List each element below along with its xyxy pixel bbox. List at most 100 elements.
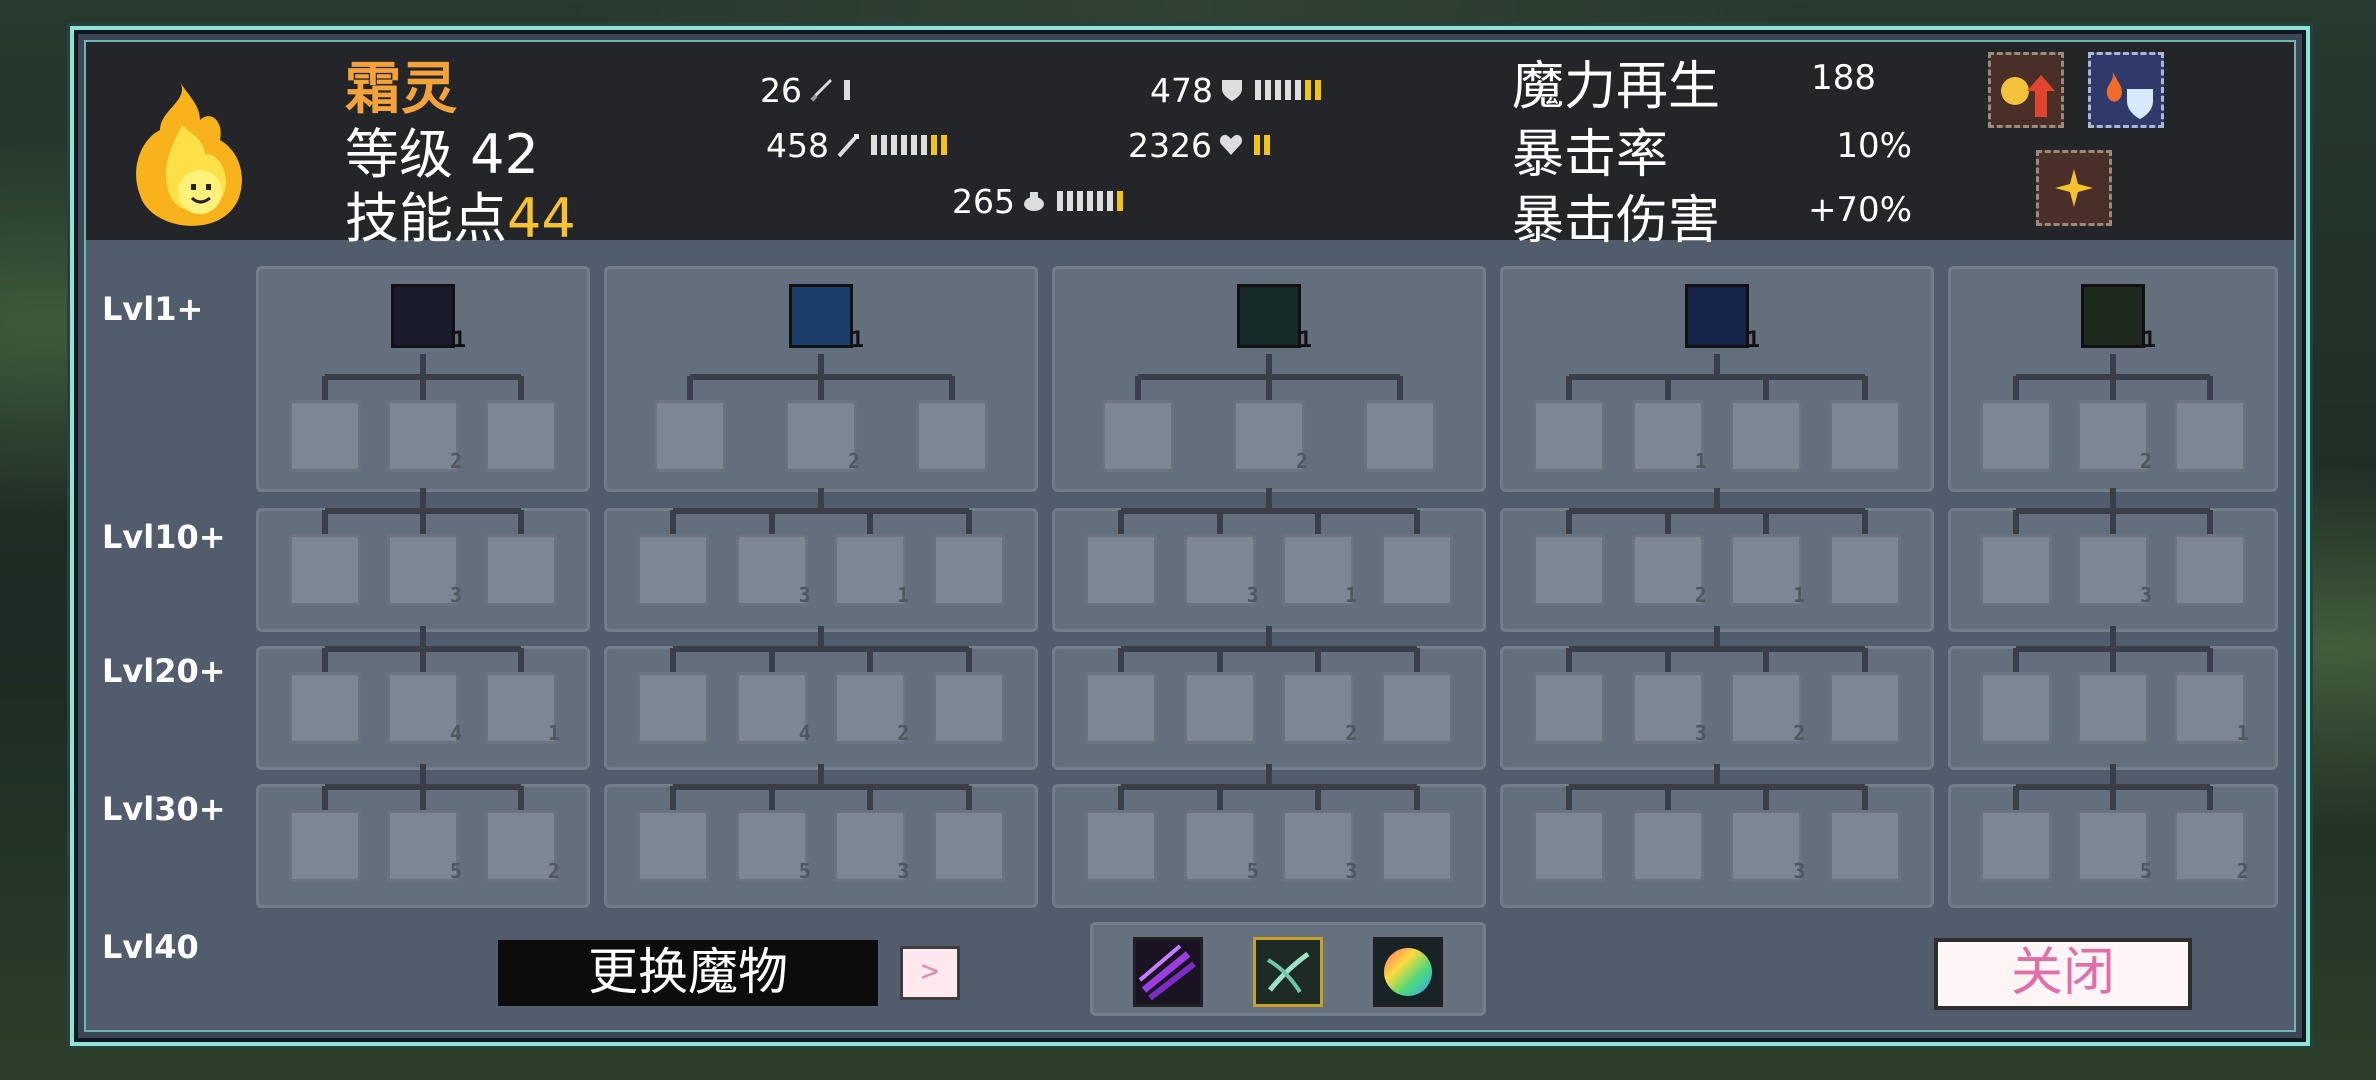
- skill-node[interactable]: 1: [834, 534, 910, 607]
- skill-node[interactable]: 2: [1631, 534, 1707, 607]
- skill-node[interactable]: [2173, 400, 2246, 472]
- skill-node[interactable]: 1: [1730, 534, 1805, 607]
- skill-node-count: 2: [847, 449, 860, 473]
- skill-node[interactable]: [932, 534, 1005, 606]
- skill-node[interactable]: [1085, 810, 1158, 882]
- skill-node[interactable]: 2: [1233, 400, 1308, 473]
- skill-node[interactable]: 5: [735, 810, 811, 883]
- sparkle-buff-icon[interactable]: [2036, 150, 2112, 226]
- skill-node[interactable]: [1380, 810, 1453, 882]
- skill-node[interactable]: [1380, 534, 1453, 606]
- blue-flame-icon[interactable]: 1: [391, 284, 466, 353]
- skill-node-count: 1: [897, 583, 910, 607]
- skill-node[interactable]: [1380, 672, 1453, 744]
- skill-node[interactable]: [637, 672, 710, 744]
- skill-node[interactable]: [1980, 810, 2053, 882]
- skill-node[interactable]: 1: [1282, 534, 1357, 607]
- claw-slash-icon[interactable]: 1: [1237, 284, 1312, 353]
- skill-node[interactable]: 3: [735, 534, 811, 607]
- fire-attack-buff-icon[interactable]: [1988, 52, 2064, 128]
- skill-node[interactable]: 3: [834, 810, 909, 883]
- ice-orb-icon[interactable]: 1: [789, 284, 864, 353]
- skill-node[interactable]: [1183, 672, 1256, 744]
- skill-node[interactable]: 3: [2077, 534, 2152, 607]
- skill-node[interactable]: [932, 810, 1005, 882]
- skill-node[interactable]: [1980, 400, 2053, 472]
- skill-node[interactable]: [1085, 672, 1158, 744]
- skill-node[interactable]: [289, 810, 361, 882]
- skill-node[interactable]: [289, 672, 361, 744]
- tree-connector: [1266, 764, 1272, 786]
- purple-slash-icon[interactable]: [1133, 937, 1203, 1007]
- skill-node[interactable]: 5: [2077, 810, 2152, 883]
- blue-shield-icon[interactable]: 1: [1685, 284, 1760, 353]
- skill-node[interactable]: 3: [387, 534, 462, 607]
- skill-node[interactable]: 2: [2173, 810, 2249, 883]
- skill-node[interactable]: 2: [485, 810, 560, 883]
- tree-connector: [420, 764, 426, 786]
- skill-node[interactable]: [637, 810, 710, 882]
- skill-node[interactable]: 2: [1282, 672, 1357, 745]
- skill-node[interactable]: [1828, 534, 1901, 606]
- green-claw-icon[interactable]: [1253, 937, 1323, 1007]
- skill-node[interactable]: [289, 534, 361, 606]
- stat-attack: 26: [760, 70, 850, 110]
- skill-node[interactable]: 3: [1730, 810, 1805, 883]
- skill-node[interactable]: [1533, 810, 1606, 882]
- skill-node[interactable]: 2: [785, 400, 860, 473]
- fire-shield-buff-icon[interactable]: [2088, 52, 2164, 128]
- skill-node[interactable]: [1364, 400, 1437, 472]
- skill-node[interactable]: 1: [2173, 672, 2249, 745]
- tree-connector: [1763, 510, 1770, 534]
- skill-node[interactable]: [1533, 534, 1606, 606]
- skill-node[interactable]: 5: [387, 810, 462, 883]
- tree-connector: [1216, 648, 1223, 672]
- tree-connector: [420, 626, 426, 648]
- skill-node[interactable]: 4: [387, 672, 462, 745]
- skill-node[interactable]: 2: [387, 400, 462, 473]
- skill-node[interactable]: 2: [834, 672, 909, 745]
- skill-node[interactable]: 2: [1730, 672, 1805, 745]
- skill-node[interactable]: [1730, 400, 1803, 472]
- skill-node[interactable]: [485, 534, 557, 606]
- skill-node[interactable]: [289, 400, 361, 472]
- skill-node[interactable]: [1980, 534, 2053, 606]
- skill-node[interactable]: [916, 400, 989, 472]
- tree-connector: [1413, 510, 1420, 534]
- skill-node[interactable]: [1631, 810, 1704, 882]
- rainbow-orb-icon[interactable]: [1373, 937, 1443, 1007]
- skill-node[interactable]: [1980, 672, 2053, 744]
- skill-node[interactable]: [637, 534, 710, 606]
- crit-damage-label: 暴击伤害: [1512, 191, 1721, 251]
- skill-node[interactable]: 1: [485, 672, 560, 745]
- swap-monster-label[interactable]: 更换魔物: [498, 940, 878, 1006]
- skill-node[interactable]: [1533, 400, 1606, 472]
- skill-node[interactable]: 3: [1631, 672, 1707, 745]
- close-button[interactable]: 关闭: [1934, 938, 2192, 1010]
- green-shield-icon[interactable]: 1: [2081, 284, 2156, 353]
- stat-speed: 265: [952, 181, 1123, 221]
- skill-node[interactable]: 3: [1282, 810, 1357, 883]
- tree-connector: [1861, 510, 1868, 534]
- skill-node[interactable]: 4: [735, 672, 811, 745]
- tree-connector: [1861, 786, 1868, 810]
- skill-node[interactable]: [1828, 400, 1901, 472]
- skill-node[interactable]: [932, 672, 1005, 744]
- next-monster-button[interactable]: >: [900, 946, 960, 1000]
- skill-node[interactable]: [1101, 400, 1174, 472]
- heart-icon: [1219, 134, 1243, 155]
- skill-node[interactable]: [2173, 534, 2246, 606]
- skill-node[interactable]: 3: [1183, 534, 1259, 607]
- skill-node[interactable]: 2: [2077, 400, 2152, 473]
- skill-node[interactable]: [1828, 672, 1901, 744]
- health-pips: [1253, 135, 1270, 155]
- skill-node[interactable]: [1533, 672, 1606, 744]
- skill-node[interactable]: 5: [1183, 810, 1259, 883]
- skill-node[interactable]: 1: [1631, 400, 1707, 473]
- skill-node[interactable]: [1085, 534, 1158, 606]
- tree-connector: [1216, 510, 1223, 534]
- skill-node[interactable]: [485, 400, 557, 472]
- skill-node[interactable]: [1828, 810, 1901, 882]
- skill-node[interactable]: [653, 400, 726, 472]
- skill-node[interactable]: [2077, 672, 2149, 744]
